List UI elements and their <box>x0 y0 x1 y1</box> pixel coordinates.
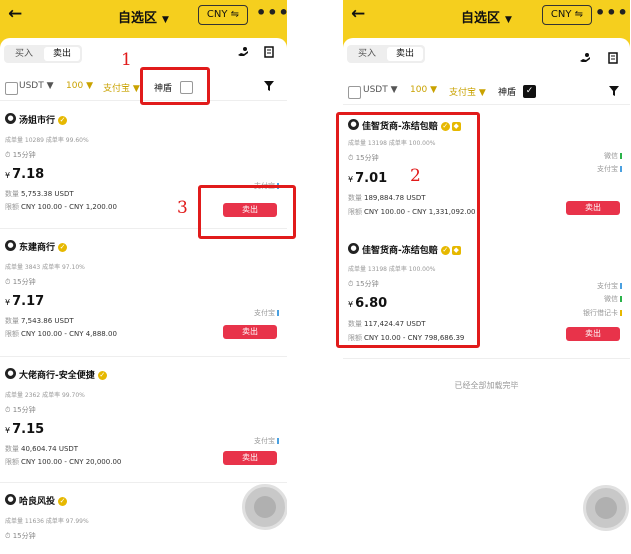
verified-badge-icon: ✓ <box>58 243 68 252</box>
divider <box>343 104 630 105</box>
title-caret-icon: ▼ <box>505 15 512 25</box>
merchant-name[interactable]: 汤姐市行 ✓ <box>19 113 68 126</box>
payment-method: 微信 <box>604 151 622 161</box>
amount-filter[interactable]: 100 ▼ <box>410 85 437 95</box>
verified-badge-icon: ✓ <box>58 497 68 506</box>
payment-method: 支付宝 <box>254 308 279 318</box>
divider <box>0 356 287 357</box>
document-icon[interactable] <box>264 46 274 61</box>
tab-sell[interactable]: 卖出 <box>44 47 80 61</box>
payment-method: 支付宝 <box>254 436 279 446</box>
payment-method: 微信 <box>604 294 622 304</box>
select-all-checkbox[interactable] <box>5 82 18 95</box>
merchant-name[interactable]: 大佬商行-安全便捷 ✓ <box>19 368 107 381</box>
floating-assistant-button[interactable] <box>242 484 287 530</box>
avatar: ● <box>5 240 16 251</box>
avatar: ● <box>5 494 16 505</box>
sell-button[interactable]: 卖出 <box>566 327 620 341</box>
buy-sell-toggle: 买入 卖出 <box>347 45 425 63</box>
payment-filter[interactable]: 支付宝 ▼ <box>449 85 486 98</box>
merchant-stats: 成单量 10289 成单率 99.60% <box>5 137 89 144</box>
shield-checkbox[interactable]: ✓ <box>523 85 536 98</box>
sell-button[interactable]: 卖出 <box>223 325 277 339</box>
more-icon[interactable]: ••• <box>256 3 287 22</box>
document-icon[interactable] <box>608 52 618 67</box>
hand-coin-icon[interactable] <box>579 52 591 67</box>
annotation-box-shield <box>140 67 210 105</box>
divider <box>0 482 287 483</box>
currency-button[interactable]: CNY ⇋ <box>542 5 592 25</box>
merchant-stats: 成单量 2362 成单率 99.70% <box>5 392 85 399</box>
verified-badge-icon: ✓ <box>58 116 68 125</box>
filter-funnel-icon[interactable] <box>608 85 620 100</box>
payment-method: 银行借记卡 <box>583 308 622 318</box>
coin-filter[interactable]: USDT ▼ <box>19 81 54 91</box>
currency-button[interactable]: CNY ⇋ <box>198 5 248 25</box>
payment-time: ⏱ 15分钟 <box>5 406 36 414</box>
quantity: 数量 5,753.38 USDT <box>5 190 74 198</box>
price: ¥7.17 <box>5 294 45 309</box>
payment-time: ⏱ 15分钟 <box>5 278 36 286</box>
app-bar: ← 自选区 ▼ CNY ⇋ ••• <box>343 0 630 31</box>
payment-time: ⏱ 15分钟 <box>5 151 36 159</box>
coin-filter[interactable]: USDT ▼ <box>363 85 398 95</box>
more-icon[interactable]: ••• <box>595 3 629 22</box>
filter-funnel-icon[interactable] <box>263 80 275 95</box>
payment-method: 支付宝 <box>597 164 622 174</box>
tab-sell[interactable]: 卖出 <box>387 47 423 61</box>
divider <box>343 358 630 359</box>
tab-buy[interactable]: 买入 <box>349 47 385 61</box>
annotation-box-listings <box>336 112 480 348</box>
all-loaded-message: 已经全部加载完毕 <box>454 381 519 390</box>
limit: 限额 CNY 100.00 - CNY 1,200.00 <box>5 203 117 211</box>
merchant-stats: 成单量 3843 成单率 97.10% <box>5 264 85 271</box>
amount-filter[interactable]: 100 ▼ <box>66 81 93 91</box>
merchant-name[interactable]: 哈良风投 ✓ <box>19 494 68 507</box>
avatar: ● <box>5 113 16 124</box>
hand-coin-icon[interactable] <box>237 46 249 61</box>
shield-filter-label: 神盾 <box>498 88 517 98</box>
payment-method: 支付宝 <box>597 281 622 291</box>
annotation-number-2: 2 <box>410 166 421 186</box>
title-caret-icon: ▼ <box>162 15 169 25</box>
avatar: ● <box>5 368 16 379</box>
sell-button[interactable]: 卖出 <box>223 451 277 465</box>
annotation-number-1: 1 <box>121 50 132 70</box>
sell-button[interactable]: 卖出 <box>566 201 620 215</box>
payment-time: ⏱ 15分钟 <box>5 532 36 540</box>
buy-sell-toggle: 买入 卖出 <box>4 45 82 63</box>
filter-bar: USDT ▼ 100 ▼ 支付宝 ▼ 神盾 ✓ <box>343 82 630 100</box>
annotation-number-3: 3 <box>177 198 188 218</box>
limit: 限额 CNY 100.00 - CNY 20,000.00 <box>5 458 122 466</box>
select-all-checkbox[interactable] <box>348 86 361 99</box>
price: ¥7.18 <box>5 167 45 182</box>
merchant-name[interactable]: 东建商行 ✓ <box>19 240 68 253</box>
floating-assistant-button[interactable] <box>583 485 629 531</box>
quantity: 数量 40,604.74 USDT <box>5 445 79 453</box>
merchant-stats: 成单量 11636 成单率 97.99% <box>5 518 89 525</box>
quantity: 数量 7,543.86 USDT <box>5 317 74 325</box>
payment-filter[interactable]: 支付宝 ▼ <box>103 81 140 94</box>
app-bar: ← 自选区 ▼ CNY ⇋ ••• <box>0 0 287 31</box>
verified-badge-icon: ✓ <box>97 371 107 380</box>
tab-buy[interactable]: 买入 <box>6 47 42 61</box>
annotation-box-sell <box>198 185 296 239</box>
price: ¥7.15 <box>5 422 45 437</box>
limit: 限额 CNY 100.00 - CNY 4,888.00 <box>5 330 117 338</box>
content-card: 买入 卖出 USDT ▼ 100 ▼ 支付宝 ▼ 神盾 ● 汤姐市行 ✓ 成单量 … <box>0 38 287 554</box>
